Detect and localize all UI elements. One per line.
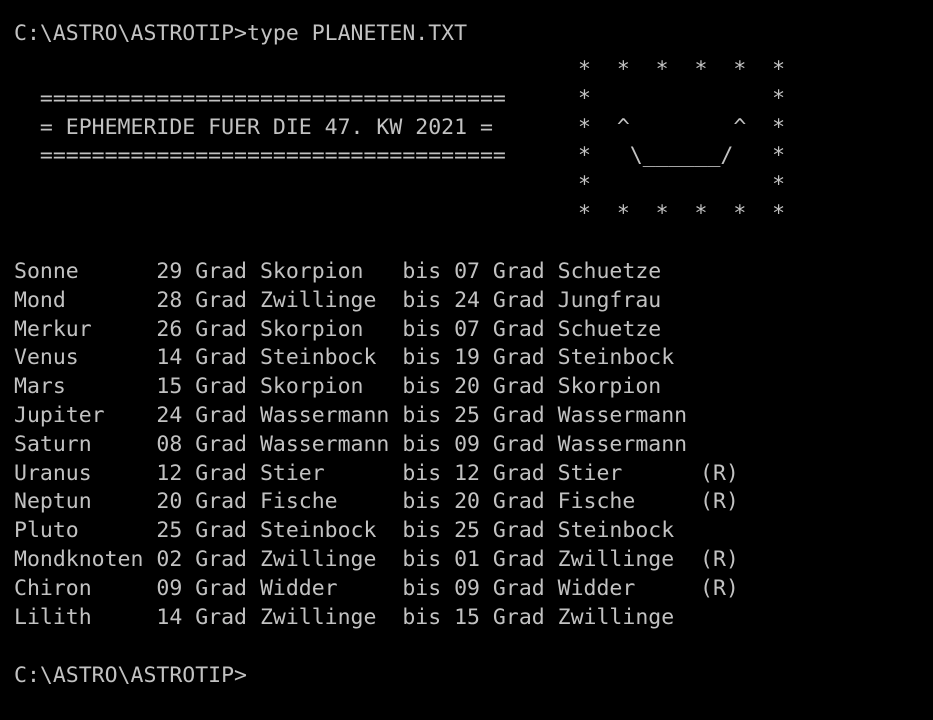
- ascii-art-line-1: * * * * * *: [578, 57, 786, 82]
- table-row: Sonne 29 Grad Skorpion bis 07 Grad Schue…: [14, 259, 662, 284]
- ascii-art-line-6: * * * * * *: [578, 201, 786, 226]
- table-row: Jupiter 24 Grad Wassermann bis 25 Grad W…: [14, 403, 688, 428]
- dos-terminal-screen[interactable]: C:\ASTRO\ASTROTIP>type PLANETEN.TXT * * …: [0, 0, 933, 700]
- ascii-art-line-3: * ^ ^ *: [578, 114, 786, 140]
- table-row: Lilith 14 Grad Zwillinge bis 15 Grad Zwi…: [14, 604, 675, 630]
- table-row: Mond 28 Grad Zwillinge bis 24 Grad Jungf…: [14, 287, 662, 313]
- ascii-art-line-5: * *: [578, 172, 786, 198]
- banner-rule-bottom: ====================================: [14, 143, 506, 169]
- banner-title: = EPHEMERIDE FUER DIE 47. KW 2021 =: [14, 114, 493, 140]
- ascii-art-line-2: * *: [578, 85, 786, 111]
- table-row: Chiron 09 Grad Widder bis 09 Grad Widder…: [14, 575, 739, 601]
- table-row: Pluto 25 Grad Steinbock bis 25 Grad Stei…: [14, 518, 675, 544]
- table-row: Neptun 20 Grad Fische bis 20 Grad Fische…: [14, 489, 739, 515]
- ascii-art-line-4: * \______/ *: [578, 143, 786, 169]
- table-row: Mondknoten 02 Grad Zwillinge bis 01 Grad…: [14, 547, 739, 572]
- table-row: Uranus 12 Grad Stier bis 12 Grad Stier (…: [14, 460, 739, 486]
- table-row: Merkur 26 Grad Skorpion bis 07 Grad Schu…: [14, 316, 662, 342]
- table-row: Saturn 08 Grad Wassermann bis 09 Grad Wa…: [14, 431, 688, 457]
- trailing-command-prompt[interactable]: C:\ASTRO\ASTROTIP>: [14, 662, 247, 691]
- banner-rule-top: ====================================: [14, 85, 506, 111]
- table-row: Mars 15 Grad Skorpion bis 20 Grad Skorpi…: [14, 374, 662, 400]
- table-row: Venus 14 Grad Steinbock bis 19 Grad Stei…: [14, 345, 675, 371]
- command-line-typed: C:\ASTRO\ASTROTIP>type PLANETEN.TXT: [14, 21, 468, 46]
